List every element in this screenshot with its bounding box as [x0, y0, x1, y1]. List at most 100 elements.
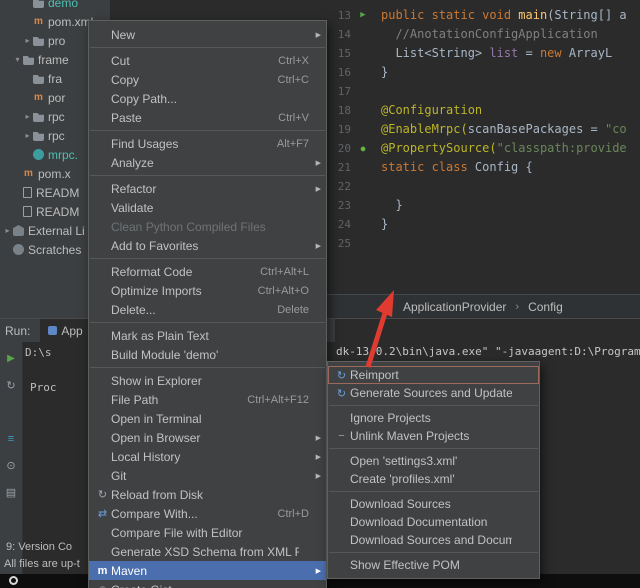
maven-submenu-item-ignore-projects[interactable]: Ignore Projects: [328, 409, 539, 427]
pin-icon[interactable]: ⊙: [3, 458, 19, 474]
code-line[interactable]: 19@EnableMrpc(scanBasePackages = "co: [325, 120, 640, 139]
tree-expand-icon[interactable]: ▾: [12, 55, 23, 64]
code-text: }: [375, 63, 640, 82]
code-line[interactable]: 16}: [325, 63, 640, 82]
code-editor[interactable]: 13▶public static void main(String[] a14 …: [325, 0, 640, 294]
code-line[interactable]: 15 List<String> list = new ArrayL: [325, 44, 640, 63]
file-icon: [23, 187, 32, 198]
maven-submenu-item-unlink-maven-projects[interactable]: −Unlink Maven Projects: [328, 427, 539, 445]
context-menu-item-new[interactable]: New▶: [89, 25, 326, 44]
menu-separator: [90, 367, 325, 368]
submenu-arrow-icon: ▶: [309, 472, 321, 480]
run-icon[interactable]: ▶: [3, 351, 19, 367]
tree-expand-icon[interactable]: ▸: [2, 226, 13, 235]
code-line[interactable]: 13▶public static void main(String[] a: [325, 6, 640, 25]
tree-item-label: Scratches: [28, 243, 81, 257]
context-menu-item-refactor[interactable]: Refactor▶: [89, 179, 326, 198]
context-menu-item-reformat-code[interactable]: Reformat CodeCtrl+Alt+L: [89, 262, 326, 281]
line-number: 17: [325, 82, 351, 101]
context-menu-item-cut[interactable]: CutCtrl+X: [89, 51, 326, 70]
submenu-arrow-icon: ▶: [309, 242, 321, 250]
context-menu-item-delete[interactable]: Delete...Delete: [89, 300, 326, 319]
tree-item-label: pom.x: [38, 167, 71, 181]
context-menu-item-maven[interactable]: mMaven▶: [89, 561, 326, 580]
tree-expand-icon[interactable]: ▸: [22, 131, 33, 140]
tree-item-label: demo: [48, 0, 78, 10]
code-line[interactable]: 23 }: [325, 196, 640, 215]
code-line[interactable]: 17: [325, 82, 640, 101]
submenu-arrow-icon: ▶: [309, 434, 321, 442]
code-line[interactable]: 24}: [325, 215, 640, 234]
menu-item-label: Open in Terminal: [111, 412, 299, 426]
maven-submenu-item-download-sources[interactable]: Download Sources: [328, 495, 539, 513]
menu-item-label: Copy: [111, 73, 268, 87]
line-number: 20: [325, 139, 351, 158]
breadcrumb-item-application-provider[interactable]: ApplicationProvider: [403, 300, 506, 314]
maven-submenu-item-show-effective-pom[interactable]: Show Effective POM: [328, 556, 539, 574]
context-menu-item-copy[interactable]: CopyCtrl+C: [89, 70, 326, 89]
context-menu-item-add-to-favorites[interactable]: Add to Favorites▶: [89, 236, 326, 255]
settings-icon[interactable]: ≡: [3, 431, 19, 447]
maven-submenu-item-open-settings3-xml[interactable]: Open 'settings3.xml': [328, 452, 539, 470]
context-menu-item-reload-from-disk[interactable]: ↻Reload from Disk: [89, 485, 326, 504]
menu-item-shortcut: Delete: [277, 304, 309, 316]
context-menu-item-create-gist[interactable]: ◉Create Gist...: [89, 580, 326, 588]
line-number: 13: [325, 6, 351, 25]
context-menu-item-optimize-imports[interactable]: Optimize ImportsCtrl+Alt+O: [89, 281, 326, 300]
run-tab-app[interactable]: App: [40, 319, 90, 342]
context-menu-item-clean-python-compiled-files[interactable]: Clean Python Compiled Files: [89, 217, 326, 236]
context-menu-item-file-path[interactable]: File PathCtrl+Alt+F12: [89, 390, 326, 409]
code-text: //AnotationConfigApplication: [375, 25, 640, 44]
tree-expand-icon[interactable]: ▸: [22, 112, 33, 121]
rerun-icon[interactable]: ↻: [3, 378, 19, 394]
context-menu-item-compare-with[interactable]: ⇄Compare With...Ctrl+D: [89, 504, 326, 523]
code-line[interactable]: 20●@PropertySource("classpath:provide: [325, 139, 640, 158]
context-menu-item-open-in-terminal[interactable]: Open in Terminal: [89, 409, 326, 428]
code-line[interactable]: 25: [325, 234, 640, 253]
code-text: [375, 82, 640, 101]
gutter-slot: [351, 196, 375, 215]
code-line[interactable]: 22: [325, 177, 640, 196]
context-menu-item-copy-path[interactable]: Copy Path...: [89, 89, 326, 108]
maven-submenu-item-reimport[interactable]: ↻Reimport: [328, 366, 539, 384]
menu-item-shortcut: Ctrl+V: [278, 112, 309, 124]
version-control-button[interactable]: 9: Version Co: [6, 541, 72, 553]
menu-separator: [90, 47, 325, 48]
code-line[interactable]: 21static class Config {: [325, 158, 640, 177]
console-command-line: dk-13.0.2\bin\java.exe" "-javaagent:D:\P…: [336, 345, 640, 358]
menu-item-shortcut: Ctrl+X: [278, 55, 309, 67]
menu-item-label: Find Usages: [111, 137, 267, 151]
submenu-arrow-icon: ▶: [309, 31, 321, 39]
context-menu-item-local-history[interactable]: Local History▶: [89, 447, 326, 466]
line-number: 14: [325, 25, 351, 44]
context-menu-item-paste[interactable]: PasteCtrl+V: [89, 108, 326, 127]
context-menu-item-show-in-explorer[interactable]: Show in Explorer: [89, 371, 326, 390]
breadcrumb-item-config[interactable]: Config: [528, 300, 563, 314]
context-menu-item-validate[interactable]: Validate: [89, 198, 326, 217]
line-number: 18: [325, 101, 351, 120]
context-menu-item-analyze[interactable]: Analyze▶: [89, 153, 326, 172]
menu-item-shortcut: Ctrl+Alt+L: [260, 266, 309, 278]
code-line[interactable]: 18@Configuration: [325, 101, 640, 120]
trash-icon[interactable]: ▤: [3, 485, 19, 501]
context-menu-item-open-in-browser[interactable]: Open in Browser▶: [89, 428, 326, 447]
context-menu-item-mark-as-plain-text[interactable]: Mark as Plain Text: [89, 326, 326, 345]
context-menu-item-git[interactable]: Git▶: [89, 466, 326, 485]
context-menu-item-build-module-demo[interactable]: Build Module 'demo': [89, 345, 326, 364]
maven-submenu: ↻Reimport↻Generate Sources and Update Fo…: [327, 361, 540, 579]
maven-submenu-item-generate-sources-and-update-folders[interactable]: ↻Generate Sources and Update Folders: [328, 384, 539, 402]
maven-submenu-item-download-sources-and-documentation[interactable]: Download Sources and Documentation: [328, 531, 539, 549]
maven-submenu-item-create-profiles-xml[interactable]: Create 'profiles.xml': [328, 470, 539, 488]
bean-gutter-icon[interactable]: ●: [351, 139, 375, 158]
globe-icon: [33, 149, 44, 160]
maven-submenu-item-download-documentation[interactable]: Download Documentation: [328, 513, 539, 531]
search-icon[interactable]: [9, 576, 18, 585]
tree-item-demo[interactable]: demo: [0, 0, 110, 12]
context-menu-item-compare-file-with-editor[interactable]: Compare File with Editor: [89, 523, 326, 542]
context-menu-item-find-usages[interactable]: Find UsagesAlt+F7: [89, 134, 326, 153]
tree-expand-icon[interactable]: ▸: [22, 36, 33, 45]
run-gutter-icon[interactable]: ▶: [351, 6, 375, 25]
code-line[interactable]: 14 //AnotationConfigApplication: [325, 25, 640, 44]
submenu-arrow-icon: ▶: [309, 159, 321, 167]
context-menu-item-generate-xsd-schema-from-xml-file[interactable]: Generate XSD Schema from XML File...: [89, 542, 326, 561]
